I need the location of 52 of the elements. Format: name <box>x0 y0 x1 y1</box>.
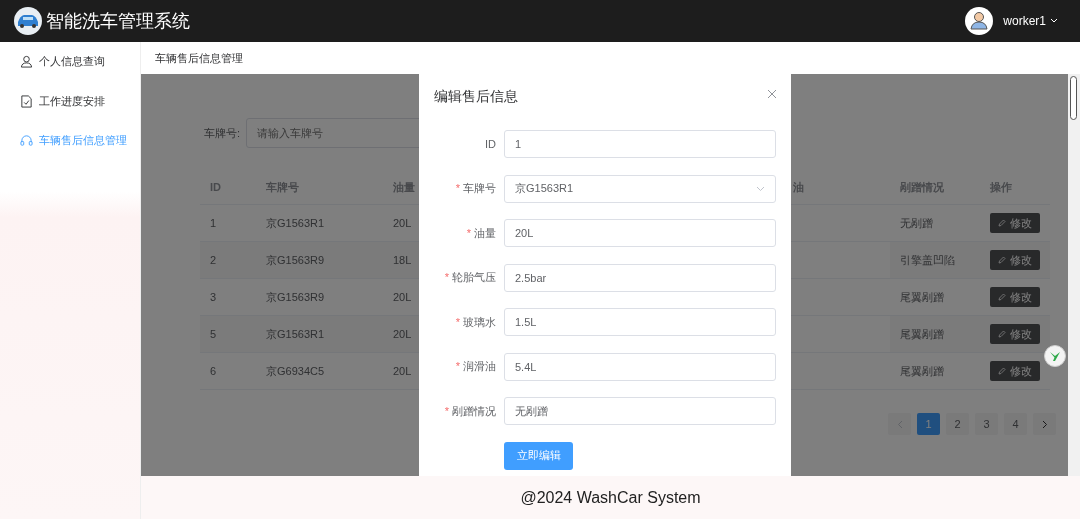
edit-button[interactable]: 修改 <box>990 361 1040 381</box>
extension-icon[interactable] <box>1044 345 1066 367</box>
pencil-icon <box>998 293 1006 301</box>
table-cell: 尾翼剐蹭 <box>890 353 980 390</box>
breadcrumb[interactable]: 车辆售后信息管理 <box>141 42 1080 74</box>
table-cell: 引擎盖凹陷 <box>890 242 980 279</box>
chevron-left-icon <box>896 419 903 429</box>
table-cell: 5 <box>200 316 256 353</box>
field-label: ID <box>484 138 497 150</box>
field-label: * 玻璃水 <box>454 314 497 330</box>
table-cell: 京G1563R1 <box>256 316 383 353</box>
input-field[interactable]: 5.4L <box>504 352 776 381</box>
car-logo-icon <box>14 7 42 35</box>
input-field[interactable]: 2.5bar <box>504 263 776 292</box>
table-cell: 2 <box>200 242 256 279</box>
field-label: * 车牌号 <box>454 181 497 196</box>
pencil-icon <box>998 219 1006 227</box>
input-field[interactable]: 1 <box>504 130 776 158</box>
document-check-icon <box>20 94 33 108</box>
table-cell: 尾翼剐蹭 <box>890 316 980 353</box>
pencil-icon <box>998 256 1006 264</box>
sidebar-item[interactable]: 个人信息查询 <box>0 42 140 82</box>
input-field[interactable]: 20L <box>504 219 776 247</box>
close-icon[interactable] <box>767 89 777 99</box>
app-title: 智能洗车管理系统 <box>46 10 191 33</box>
user-menu[interactable]: worker1 <box>1003 14 1058 28</box>
field-label: * 剐蹭情况 <box>443 403 497 419</box>
dialog-title: 编辑售后信息 <box>434 88 518 106</box>
edit-button[interactable]: 修改 <box>990 324 1040 344</box>
edit-button[interactable]: 修改 <box>990 287 1040 307</box>
search-label: 车牌号: <box>204 125 241 141</box>
field-label: * 油量 <box>465 225 497 241</box>
table-cell: 京G6934C5 <box>256 353 383 390</box>
input-field[interactable]: 1.5L <box>504 308 776 336</box>
sidebar-item[interactable]: 工作进度安排 <box>0 81 140 121</box>
caret-icon <box>1050 18 1058 24</box>
chevron-right-icon <box>1041 419 1048 429</box>
avatar-icon[interactable] <box>965 7 994 35</box>
caret-icon <box>756 185 765 192</box>
table-cell: 6 <box>200 353 256 390</box>
edit-button[interactable]: 修改 <box>990 250 1040 270</box>
field-label: * 润滑油 <box>454 359 497 374</box>
pencil-icon <box>998 330 1006 338</box>
select-field[interactable]: 京G1563R1 <box>504 174 776 203</box>
headset-icon <box>20 134 33 148</box>
table-cell: 京G1563R9 <box>256 242 383 279</box>
person-icon <box>20 55 33 69</box>
scrollbar[interactable] <box>1068 74 1080 476</box>
pencil-icon <box>998 367 1006 375</box>
edit-button[interactable]: 修改 <box>990 213 1040 233</box>
input-field[interactable]: 无剐蹭 <box>504 397 776 425</box>
footer-text: @2024 WashCar System <box>520 488 701 507</box>
